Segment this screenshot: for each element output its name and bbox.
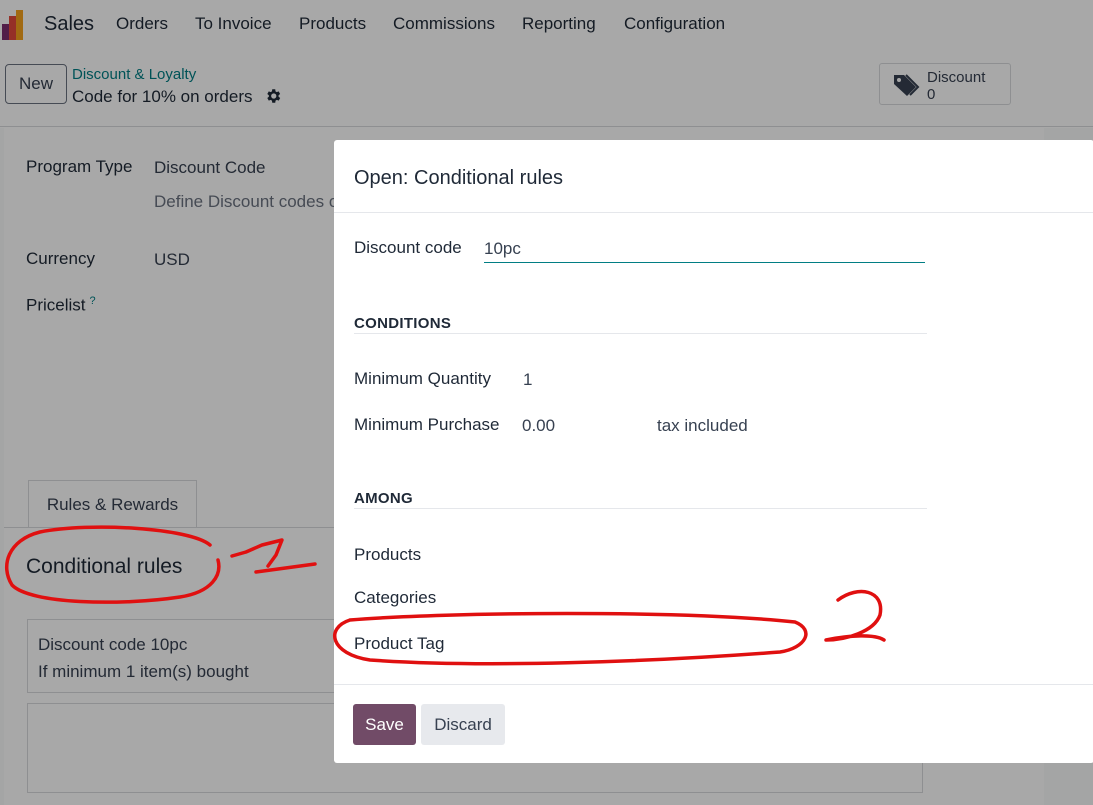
- discount-code-label: Discount code: [354, 238, 462, 257]
- tax-included-label: tax included: [657, 416, 748, 435]
- min-purchase-value[interactable]: 0.00: [522, 416, 555, 436]
- product-tag-label: Product Tag: [354, 634, 445, 653]
- dialog-header-divider: [334, 212, 1093, 213]
- discount-code-input[interactable]: [484, 236, 925, 263]
- categories-label: Categories: [354, 588, 437, 607]
- min-purchase-label: Minimum Purchase: [354, 415, 500, 434]
- conditional-rules-dialog: Open: Conditional rules Discount code CO…: [334, 140, 1093, 763]
- min-quantity-value[interactable]: 1: [523, 370, 532, 390]
- discard-button[interactable]: Discard: [421, 704, 505, 745]
- conditions-heading: CONDITIONS: [354, 315, 452, 332]
- among-divider: [354, 508, 927, 509]
- among-heading: AMONG: [354, 490, 413, 507]
- dialog-title: Open: Conditional rules: [354, 167, 564, 189]
- save-button[interactable]: Save: [353, 704, 416, 745]
- dialog-footer-divider: [334, 684, 1093, 685]
- products-label: Products: [354, 545, 422, 564]
- conditions-divider: [354, 333, 927, 334]
- min-quantity-label: Minimum Quantity: [354, 369, 491, 388]
